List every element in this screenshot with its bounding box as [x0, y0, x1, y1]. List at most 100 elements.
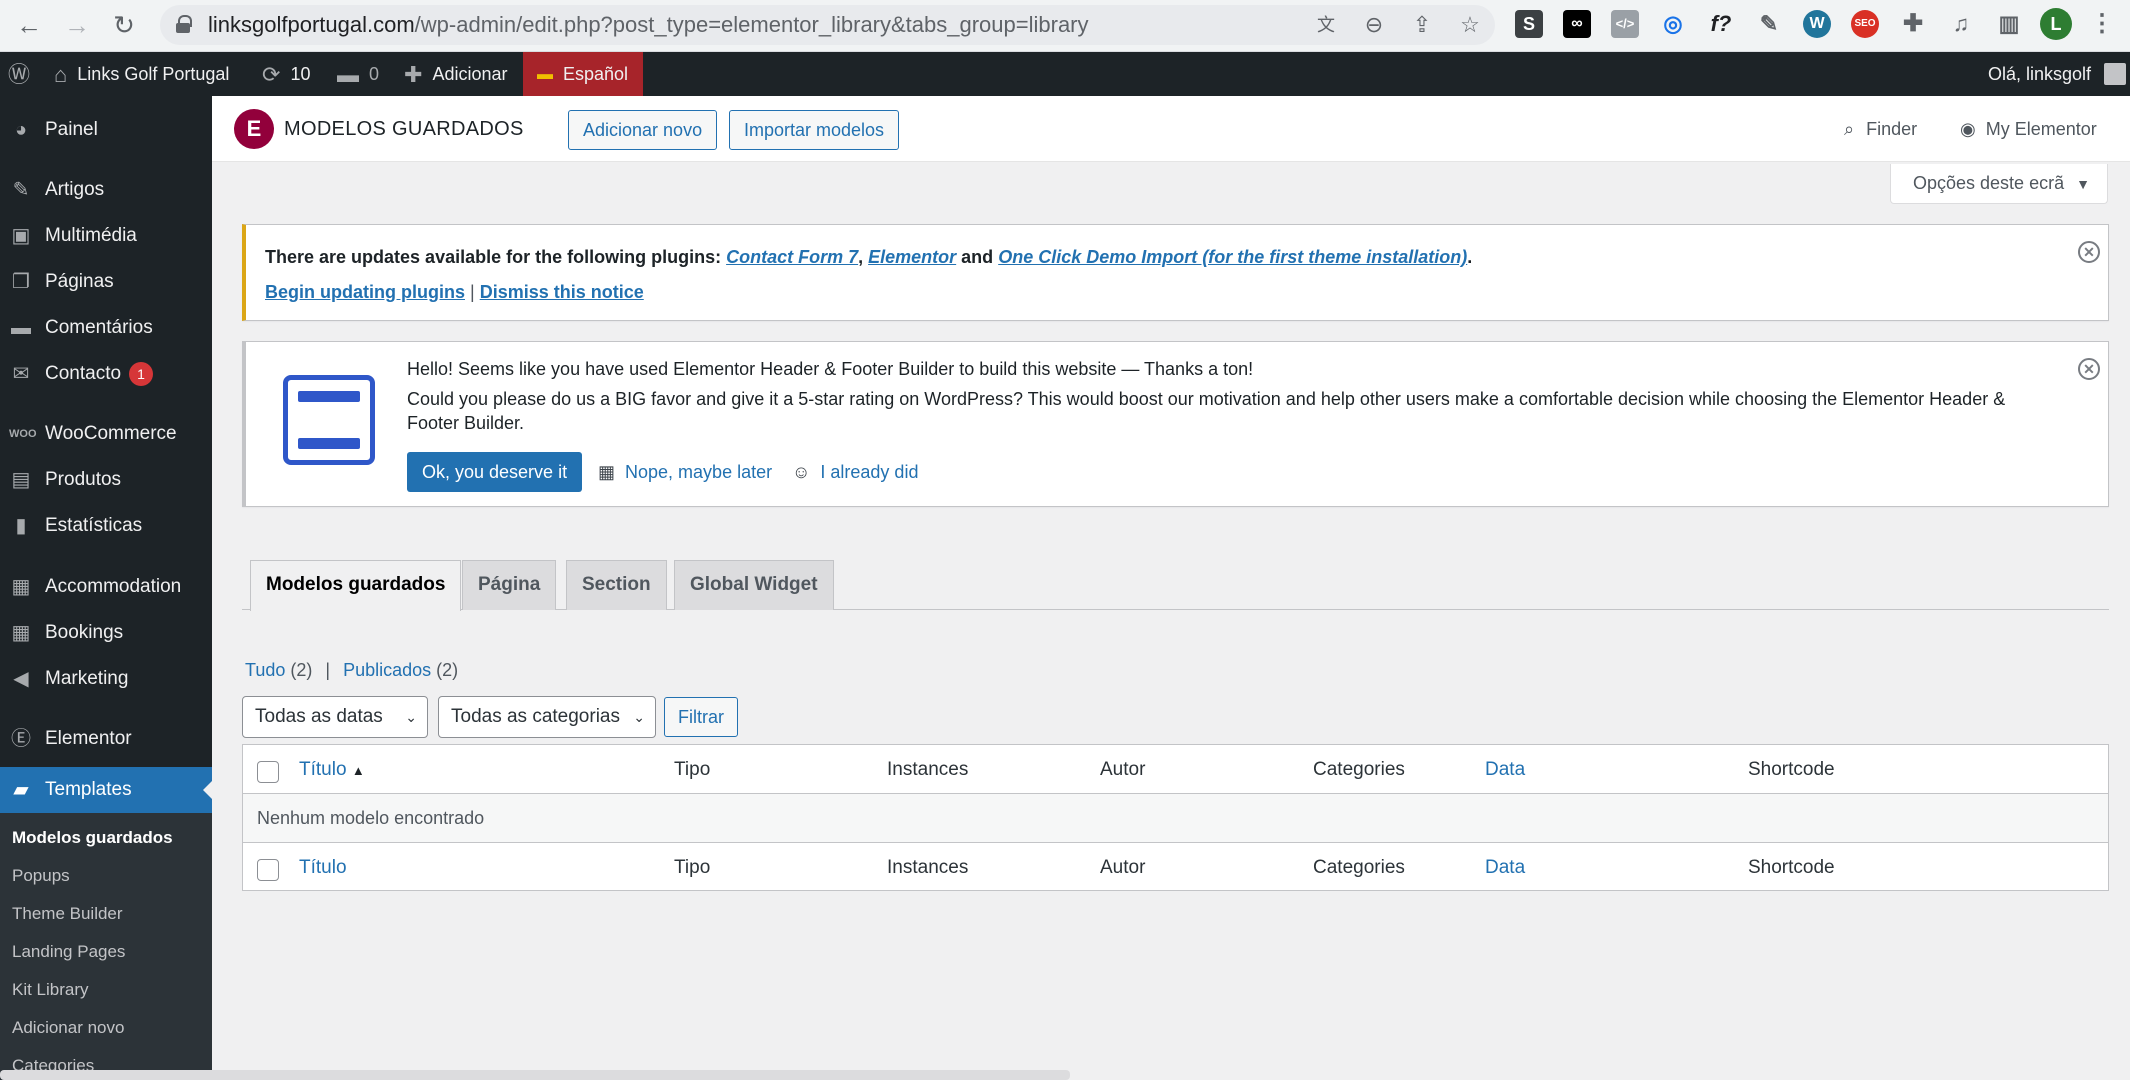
- column-title-footer[interactable]: Título: [299, 843, 347, 892]
- new-content-link[interactable]: ✚ Adicionar: [404, 52, 507, 96]
- sidebar-item-label: Elementor: [45, 728, 132, 749]
- column-type-footer: Tipo: [674, 857, 711, 878]
- comment-bubble-icon: ▬: [337, 62, 359, 88]
- import-templates-button[interactable]: Importar modelos: [729, 110, 900, 150]
- extension-spiral-icon[interactable]: ◎: [1659, 10, 1687, 38]
- comments-link[interactable]: ▬ 0: [337, 52, 379, 96]
- user-avatar[interactable]: [2104, 63, 2126, 85]
- begin-updating-link[interactable]: Begin updating plugins: [265, 282, 465, 302]
- submenu-landing-pages[interactable]: Landing Pages: [12, 934, 125, 970]
- site-name-link[interactable]: ⌂ Links Golf Portugal: [54, 52, 229, 96]
- smile-icon: ☺: [792, 462, 811, 482]
- updates-link[interactable]: ⟳ 10: [262, 52, 310, 96]
- address-bar[interactable]: linksgolfportugal.com/wp-admin/edit.php?…: [160, 5, 1495, 45]
- no-templates-message: Nenhum modelo encontrado: [257, 808, 485, 828]
- column-shortcode-footer: Shortcode: [1748, 857, 1835, 878]
- my-account-link[interactable]: Olá, linksgolf: [1988, 52, 2091, 96]
- translate-icon[interactable]: 文: [1312, 11, 1340, 39]
- ok-you-deserve-it-button[interactable]: Ok, you deserve it: [407, 452, 583, 492]
- zoom-icon[interactable]: ⊖: [1360, 11, 1388, 39]
- sidebar-item-woocommerce[interactable]: WOO WooCommerce: [0, 411, 212, 457]
- extensions-puzzle-icon[interactable]: ✚: [1899, 10, 1927, 38]
- table-footer-row: Título Tipo Instances Autor Categories D…: [243, 842, 2108, 891]
- submenu-saved-templates[interactable]: Modelos guardados: [12, 820, 173, 856]
- wordpress-logo-icon[interactable]: Ⓦ: [8, 52, 30, 96]
- profile-avatar[interactable]: L: [2040, 8, 2072, 40]
- sidebar-item-products[interactable]: ▤ Produtos: [0, 457, 212, 503]
- extension-wordpress-icon[interactable]: W: [1803, 10, 1831, 38]
- tab-global-widget[interactable]: Global Widget: [674, 560, 834, 610]
- side-panel-icon[interactable]: ▥: [1995, 10, 2023, 38]
- filter-all-link[interactable]: Tudo: [245, 660, 285, 680]
- sidebar-item-statistics[interactable]: ▮ Estatísticas: [0, 503, 212, 549]
- folder-icon: ▰: [13, 779, 29, 801]
- date-filter-select[interactable]: Todas as datas ⌄: [242, 696, 428, 738]
- sidebar-item-posts[interactable]: ✎ Artigos: [0, 167, 212, 213]
- dismiss-notice-link[interactable]: Dismiss this notice: [480, 282, 644, 302]
- plugin-link-elementor[interactable]: Elementor: [868, 247, 956, 267]
- hfe-line-2: Could you please do us a BIG favor and g…: [407, 389, 2006, 409]
- plugin-link-contact-form[interactable]: Contact Form 7: [726, 247, 858, 267]
- browser-menu-icon[interactable]: ⋮: [2088, 10, 2116, 38]
- sidebar-item-templates[interactable]: ▰ Templates: [0, 767, 212, 813]
- notification-badge: 1: [129, 361, 154, 386]
- close-icon[interactable]: ✕: [2078, 358, 2100, 380]
- extension-fx-icon[interactable]: f?: [1707, 10, 1735, 38]
- maybe-later-link[interactable]: ▦ Nope, maybe later: [598, 452, 772, 492]
- url-text[interactable]: linksgolfportugal.com/wp-admin/edit.php?…: [208, 5, 1089, 45]
- my-elementor-button[interactable]: ◉ My Elementor: [1960, 96, 2097, 162]
- extension-s-icon[interactable]: S: [1515, 10, 1543, 38]
- spain-flag-icon: ▬: [537, 66, 553, 84]
- sidebar-item-label: Marketing: [45, 668, 129, 689]
- sidebar-item-marketing[interactable]: ◀ Marketing: [0, 656, 212, 702]
- sidebar-item-media[interactable]: ▣ Multimédia: [0, 213, 212, 259]
- wp-admin-bar: Ⓦ ⌂ Links Golf Portugal ⟳ 10 ▬ 0 ✚ Adicionar…: [0, 52, 2130, 96]
- already-did-link[interactable]: ☺ I already did: [792, 452, 918, 492]
- submenu-add-new[interactable]: Adicionar novo: [12, 1010, 124, 1046]
- submenu-theme-builder[interactable]: Theme Builder: [12, 896, 123, 932]
- select-all-checkbox[interactable]: [257, 761, 279, 783]
- sidebar-item-dashboard[interactable]: ◕ Painel: [0, 107, 212, 153]
- sidebar-item-label: Artigos: [45, 179, 105, 200]
- filter-published-link[interactable]: Publicados: [343, 660, 431, 680]
- screen-options-button[interactable]: Opções deste ecrã ▼: [1890, 164, 2108, 204]
- close-icon[interactable]: ✕: [2078, 241, 2100, 263]
- chevron-down-icon: ⌄: [405, 709, 417, 725]
- extension-infinity-icon[interactable]: ∞: [1563, 10, 1591, 38]
- submenu-kit-library[interactable]: Kit Library: [12, 972, 89, 1008]
- add-new-button[interactable]: Adicionar novo: [568, 110, 718, 150]
- filter-button[interactable]: Filtrar: [664, 697, 738, 737]
- hfe-rating-notice: Hello! Seems like you have used Elemento…: [242, 341, 2109, 507]
- sidebar-item-accommodation[interactable]: ▦ Accommodation: [0, 564, 212, 610]
- home-icon: ⌂: [54, 62, 68, 88]
- back-icon[interactable]: ←: [14, 10, 44, 40]
- sidebar-item-pages[interactable]: ❐ Páginas: [0, 259, 212, 305]
- media-control-icon[interactable]: ♫: [1947, 10, 1975, 38]
- reload-icon[interactable]: ↻: [109, 10, 139, 40]
- category-filter-select[interactable]: Todas as categorias ⌄: [438, 696, 656, 738]
- sidebar-item-comments[interactable]: ▬ Comentários: [0, 305, 212, 351]
- tab-page[interactable]: Página: [462, 560, 557, 610]
- sidebar-item-bookings[interactable]: ▦ Bookings: [0, 610, 212, 656]
- submenu-popups[interactable]: Popups: [12, 858, 70, 894]
- horizontal-scrollbar[interactable]: [0, 1070, 1070, 1080]
- finder-button[interactable]: ⌕ Finder: [1844, 96, 1917, 162]
- extension-eyedropper-icon[interactable]: ✎: [1755, 10, 1783, 38]
- select-all-checkbox-footer[interactable]: [257, 859, 279, 881]
- share-icon[interactable]: ⇪: [1408, 11, 1436, 39]
- tab-saved-templates[interactable]: Modelos guardados: [250, 560, 462, 611]
- language-switcher[interactable]: ▬ Español: [523, 52, 643, 96]
- sidebar-item-contact[interactable]: ✉ Contacto 1: [0, 351, 212, 397]
- column-instances-footer: Instances: [887, 857, 969, 878]
- extension-seo-icon[interactable]: SEO: [1851, 10, 1879, 38]
- sidebar-item-elementor[interactable]: Ⓔ Elementor: [0, 716, 212, 762]
- column-title[interactable]: Título ▲: [299, 745, 365, 795]
- forward-icon[interactable]: →: [62, 10, 92, 40]
- column-date[interactable]: Data: [1485, 745, 1525, 794]
- plugin-link-demo-import[interactable]: One Click Demo Import (for the first the…: [998, 247, 1467, 267]
- column-type: Tipo: [674, 759, 711, 780]
- bookmark-star-icon[interactable]: ☆: [1456, 11, 1484, 39]
- column-date-footer[interactable]: Data: [1485, 843, 1525, 892]
- tab-section[interactable]: Section: [566, 560, 667, 610]
- extension-code-icon[interactable]: </>: [1611, 10, 1639, 38]
